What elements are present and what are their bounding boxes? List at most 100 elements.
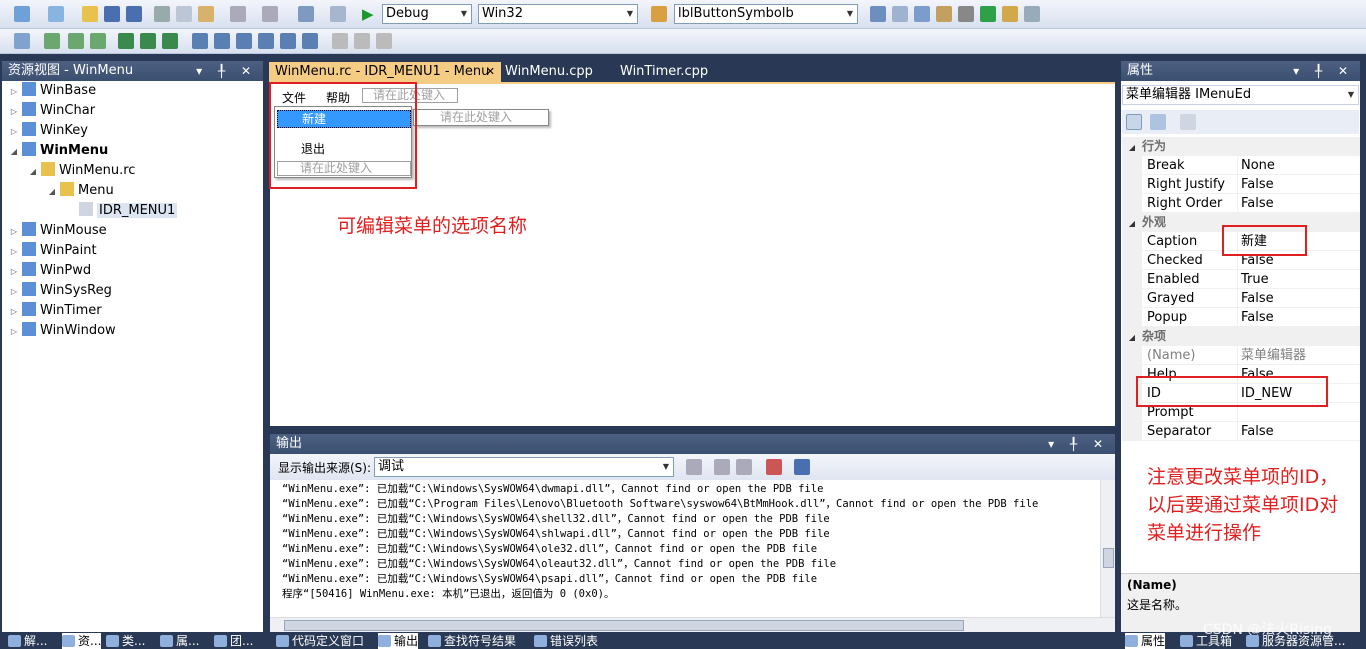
clear-all-icon[interactable] (766, 459, 782, 475)
tree-item[interactable]: ▷ WinKey (8, 121, 88, 141)
tree-item[interactable]: ◢ Menu (46, 181, 114, 201)
format-icon[interactable] (332, 33, 348, 49)
find-message-icon[interactable] (686, 459, 702, 475)
new-project-icon[interactable] (14, 6, 30, 22)
tree-item[interactable]: IDR_MENU1 (65, 201, 178, 221)
bottom-tab[interactable]: 服务器资源管... (1246, 633, 1345, 649)
undo-icon[interactable] (230, 6, 246, 22)
editor-tab[interactable]: WinTimer.cpp (614, 62, 724, 82)
bottom-tab[interactable]: 解... (8, 633, 47, 649)
property-row[interactable]: Separator False (1122, 422, 1360, 441)
navigate-forward-icon[interactable] (330, 6, 346, 22)
find-combo[interactable]: lblButtonSymbolb ▼ (674, 4, 858, 24)
navigate-back-icon[interactable] (298, 6, 314, 22)
expander-icon[interactable]: ◢ (46, 182, 58, 202)
format-selection-icon[interactable] (354, 33, 370, 49)
window-icon[interactable] (1024, 6, 1040, 22)
tools-icon[interactable] (958, 6, 974, 22)
expander-icon[interactable]: ◢ (8, 142, 20, 162)
vertical-scrollbar[interactable] (1100, 480, 1115, 617)
tree-item[interactable]: ▷ WinBase (8, 81, 96, 101)
expander-icon[interactable]: ▷ (8, 262, 20, 282)
property-category[interactable]: ◢ 行为 (1122, 137, 1360, 156)
tree-item[interactable]: ◢ WinMenu.rc (27, 161, 135, 181)
bottom-tab[interactable]: 工具箱 (1180, 633, 1232, 649)
start-debug-icon[interactable]: ▶ (362, 5, 374, 23)
toolbox-icon[interactable] (936, 6, 952, 22)
align-icon[interactable] (376, 33, 392, 49)
collapse-icon[interactable]: ◢ (1122, 138, 1142, 157)
scroll-thumb[interactable] (1103, 548, 1114, 568)
property-value[interactable]: False (1237, 175, 1360, 194)
property-value[interactable]: None (1237, 156, 1360, 175)
expander-icon[interactable]: ▷ (8, 122, 20, 142)
tree-item[interactable]: ▷ WinTimer (8, 301, 102, 321)
property-value[interactable]: False (1237, 194, 1360, 213)
member-list-icon[interactable] (44, 33, 60, 49)
bottom-tab[interactable]: 资... (62, 633, 102, 649)
bottom-tab[interactable]: 团... (214, 633, 253, 649)
bottom-tab[interactable]: 查找符号结果 (428, 633, 516, 649)
configuration-combo[interactable]: Debug ▼ (382, 4, 472, 24)
expander-icon[interactable]: ▷ (8, 282, 20, 302)
tree-item[interactable]: ▷ WinWindow (8, 321, 116, 341)
expander-icon[interactable]: ▷ (8, 82, 20, 102)
property-value[interactable]: True (1237, 270, 1360, 289)
bottom-tab[interactable]: 属... (160, 633, 199, 649)
property-row[interactable]: Right Order False (1122, 194, 1360, 213)
open-icon[interactable] (82, 6, 98, 22)
panel-window-buttons[interactable]: ▾ ╀ ✕ (1048, 434, 1109, 454)
indent-icon[interactable] (140, 33, 156, 49)
bottom-tab[interactable]: 代码定义窗口 (276, 633, 364, 649)
output-source-combo[interactable]: 调试 ▼ (374, 457, 674, 477)
paste-icon[interactable] (198, 6, 214, 22)
horizontal-scrollbar[interactable] (270, 617, 1115, 632)
outdent-icon[interactable] (162, 33, 178, 49)
collapse-icon[interactable]: ◢ (1122, 328, 1142, 347)
bookmark-icon[interactable] (236, 33, 252, 49)
property-row[interactable]: Enabled True (1122, 270, 1360, 289)
cut-icon[interactable] (154, 6, 170, 22)
tree-item[interactable]: ◢ WinMenu (8, 141, 108, 161)
property-row[interactable]: Break None (1122, 156, 1360, 175)
tree-item[interactable]: ▷ WinChar (8, 101, 95, 121)
tree-item[interactable]: ▷ WinSysReg (8, 281, 112, 301)
property-value[interactable]: False (1237, 308, 1360, 327)
tree-item[interactable]: ▷ WinMouse (8, 221, 107, 241)
redo-icon[interactable] (262, 6, 278, 22)
panel-window-buttons[interactable]: ▾ ╀ ✕ (196, 61, 257, 81)
solution-explorer-icon[interactable] (870, 6, 886, 22)
prev-bookmark-icon[interactable] (258, 33, 274, 49)
property-value[interactable]: False (1237, 289, 1360, 308)
collapse-icon[interactable]: ◢ (1122, 214, 1142, 233)
property-value[interactable]: False (1237, 422, 1360, 441)
editor-tab[interactable]: WinMenu.cpp (499, 62, 609, 82)
property-row[interactable]: (Name) 菜单编辑器 (1122, 346, 1360, 365)
start-page-icon[interactable] (980, 6, 996, 22)
close-icon[interactable]: ✕ (486, 62, 495, 82)
uncomment-icon[interactable] (214, 33, 230, 49)
platform-combo[interactable]: Win32 ▼ (478, 4, 638, 24)
next-bookmark-icon[interactable] (280, 33, 296, 49)
panel-window-buttons[interactable]: ▾ ╀ ✕ (1293, 61, 1354, 81)
copy-icon[interactable] (176, 6, 192, 22)
bottom-tab[interactable]: 属性 (1125, 633, 1166, 649)
object-browser-icon[interactable] (914, 6, 930, 22)
categorized-icon[interactable] (1126, 114, 1142, 130)
comment-icon[interactable] (192, 33, 208, 49)
parameter-info-icon[interactable] (68, 33, 84, 49)
save-all-icon[interactable] (126, 6, 142, 22)
tree-item[interactable]: ▷ WinPaint (8, 241, 97, 261)
bottom-tab[interactable]: 类... (106, 633, 145, 649)
clear-bookmarks-icon[interactable] (302, 33, 318, 49)
property-value[interactable]: 菜单编辑器 (1237, 346, 1360, 365)
alphabetical-icon[interactable] (1150, 114, 1166, 130)
properties-icon[interactable] (892, 6, 908, 22)
object-selector[interactable]: 菜单编辑器 IMenuEd ▼ (1122, 85, 1359, 105)
property-pages-icon[interactable] (1180, 114, 1196, 130)
scroll-thumb[interactable] (284, 620, 964, 631)
add-item-icon[interactable] (48, 6, 64, 22)
output-text[interactable]: “WinMenu.exe”: 已加载“C:\Windows\SysWOW64\d… (270, 480, 1115, 632)
expander-icon[interactable]: ▷ (8, 222, 20, 242)
bottom-tab[interactable]: 错误列表 (534, 633, 598, 649)
